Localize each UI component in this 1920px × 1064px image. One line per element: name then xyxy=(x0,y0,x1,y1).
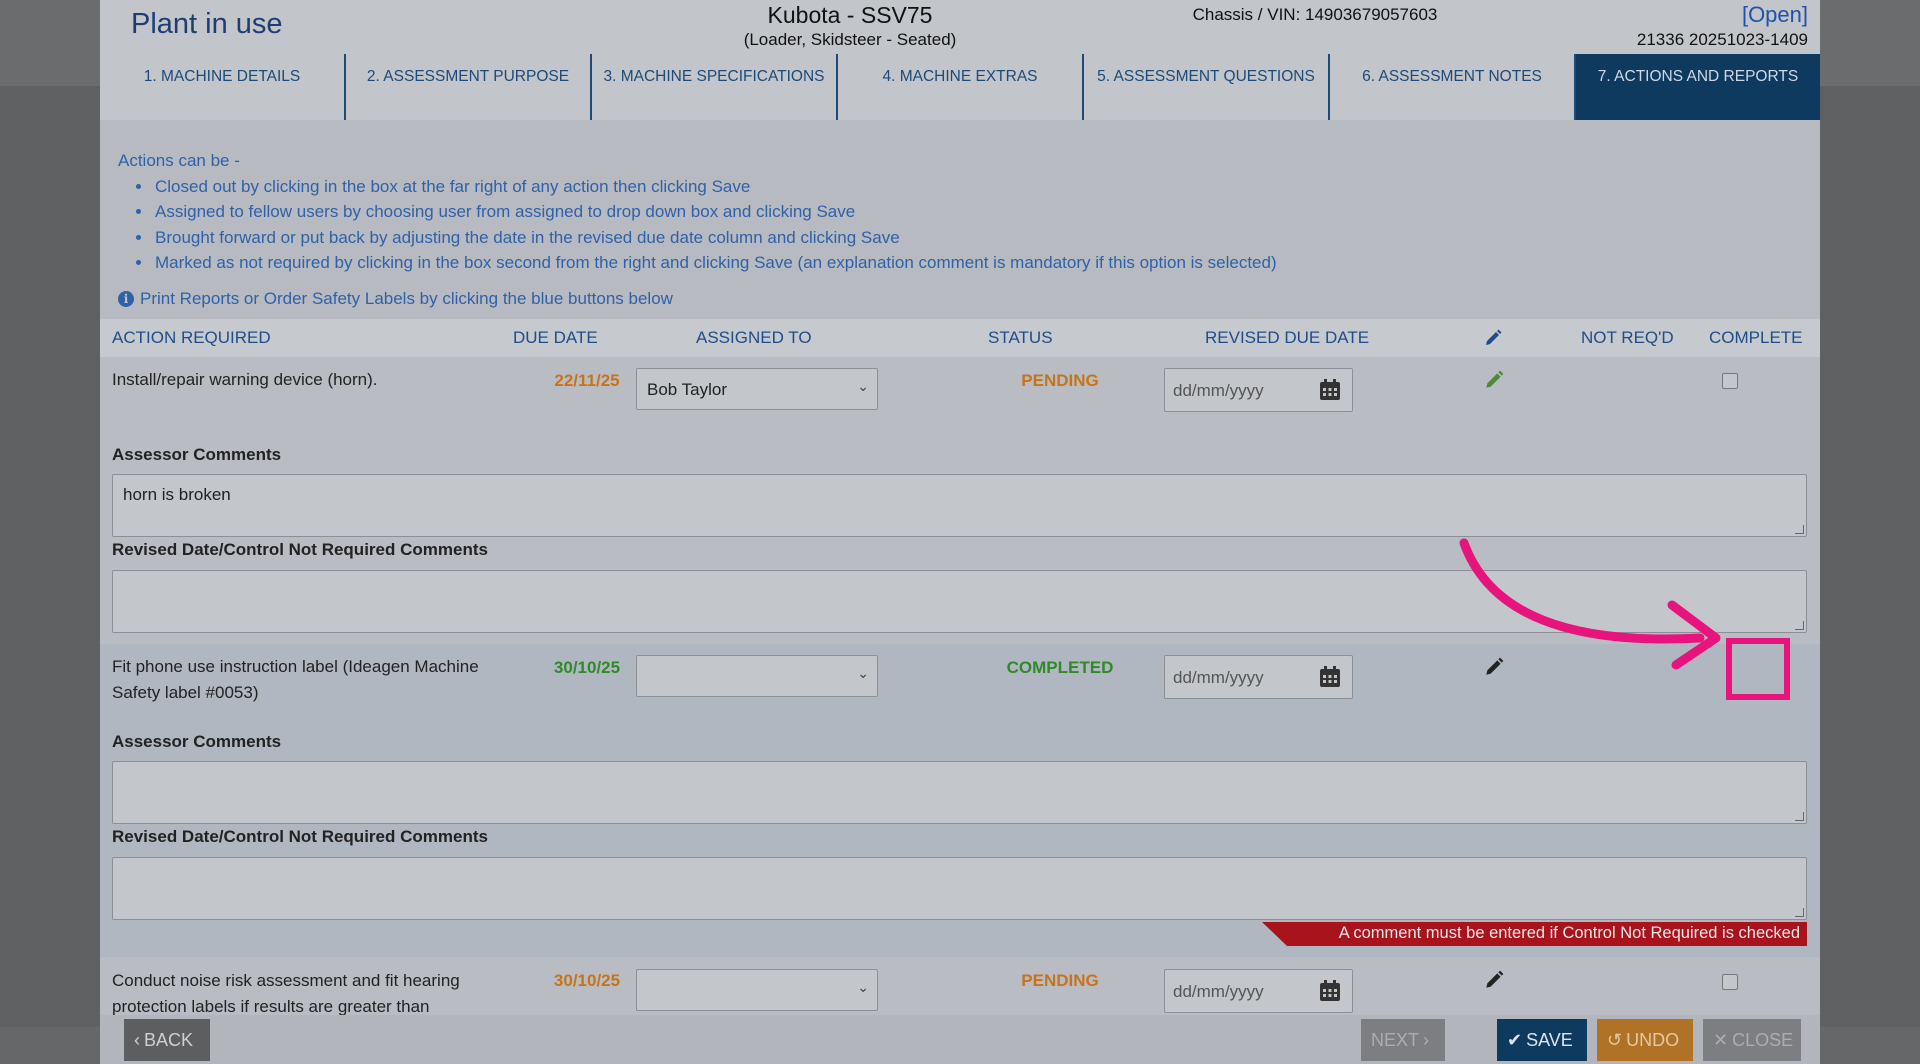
resize-grip-icon[interactable] xyxy=(1795,812,1804,821)
close-icon: ✕ xyxy=(1713,1029,1729,1050)
tab-machine-details[interactable]: 1. MACHINE DETAILS xyxy=(100,54,346,120)
revised-due-date-input[interactable]: dd/mm/yyyy xyxy=(1164,655,1353,699)
date-placeholder: dd/mm/yyyy xyxy=(1173,381,1264,400)
assessor-comments-textarea[interactable] xyxy=(112,761,1807,824)
edit-pencil-icon[interactable] xyxy=(1483,656,1505,678)
assessor-comments-textarea[interactable]: horn is broken xyxy=(112,474,1807,537)
due-date: 30/10/25 xyxy=(553,658,621,677)
not-required-checkbox[interactable] xyxy=(1722,974,1738,990)
pencil-icon xyxy=(1486,329,1502,345)
action-text: Fit phone use instruction label (Ideagen… xyxy=(112,657,479,702)
modal-footer: ‹ BACK NEXT › ✔ SAVE ↺ UNDO ✕ CLOSE xyxy=(100,1015,1820,1064)
revised-comments-label: Revised Date/Control Not Required Commen… xyxy=(112,827,488,846)
next-button[interactable]: NEXT › xyxy=(1361,1019,1445,1061)
tab-assessment-purpose[interactable]: 2. ASSESSMENT PURPOSE xyxy=(346,54,592,120)
chassis-vin: Chassis / VIN: 14903679057603 xyxy=(1192,5,1438,24)
instructions-block: Actions can be - Closed out by clicking … xyxy=(118,148,1277,276)
step-tabs: 1. MACHINE DETAILS 2. ASSESSMENT PURPOSE… xyxy=(100,54,1820,120)
actions-table-header: ACTION REQUIRED DUE DATE ASSIGNED TO STA… xyxy=(100,319,1820,357)
instruction-item: Marked as not required by clicking in th… xyxy=(153,250,1277,276)
revised-comments-textarea[interactable] xyxy=(112,570,1807,633)
assigned-to-value: Bob Taylor xyxy=(647,380,728,399)
tab-machine-specifications[interactable]: 3. MACHINE SPECIFICATIONS xyxy=(592,54,838,120)
revised-comments-textarea[interactable] xyxy=(112,857,1807,920)
edit-pencil-icon[interactable] xyxy=(1483,369,1505,391)
chevron-down-icon: ⌄ xyxy=(857,979,869,995)
undo-button[interactable]: ↺ UNDO xyxy=(1597,1019,1693,1061)
action-row: Conduct noise risk assessment and fit he… xyxy=(100,957,1820,1016)
machine-type: (Loader, Skidsteer - Seated) xyxy=(743,30,957,49)
tutorial-highlight-box xyxy=(1726,638,1790,700)
date-placeholder: dd/mm/yyyy xyxy=(1173,668,1264,687)
modal-header: Plant in use Kubota - SSV75 (Loader, Ski… xyxy=(100,0,1820,54)
assessment-reference: 21336 20251023-1409 xyxy=(1636,30,1808,49)
action-row: Fit phone use instruction label (Ideagen… xyxy=(100,644,1820,957)
due-date: 30/10/25 xyxy=(553,971,621,990)
checkmark-icon: ✔ xyxy=(1507,1029,1523,1050)
instructions-list: Closed out by clicking in the box at the… xyxy=(153,174,1277,276)
revised-comments-label: Revised Date/Control Not Required Commen… xyxy=(112,540,488,559)
page-title: Plant in use xyxy=(131,8,283,40)
save-label: SAVE xyxy=(1526,1029,1573,1050)
assigned-to-select[interactable]: ⌄ xyxy=(636,969,878,1011)
machine-name: Kubota - SSV75 xyxy=(767,2,933,28)
back-button[interactable]: ‹ BACK xyxy=(124,1019,210,1061)
column-due-date: DUE DATE xyxy=(513,328,598,347)
action-text: Install/repair warning device (horn). xyxy=(112,370,378,389)
assessor-comments-label: Assessor Comments xyxy=(112,445,282,464)
next-label: NEXT xyxy=(1371,1029,1420,1050)
column-not-reqd: NOT REQ'D xyxy=(1581,328,1674,347)
date-placeholder: dd/mm/yyyy xyxy=(1173,982,1264,1001)
revised-due-date-input[interactable]: dd/mm/yyyy xyxy=(1164,969,1353,1013)
chevron-left-icon: ‹ xyxy=(134,1029,140,1050)
undo-icon: ↺ xyxy=(1607,1029,1623,1050)
back-label: BACK xyxy=(144,1029,194,1050)
revised-due-date-input[interactable]: dd/mm/yyyy xyxy=(1164,368,1353,412)
action-row: Install/repair warning device (horn). 22… xyxy=(100,357,1820,644)
resize-grip-icon[interactable] xyxy=(1795,621,1804,630)
print-info-text: Print Reports or Order Safety Labels by … xyxy=(140,289,673,308)
tab-assessment-questions[interactable]: 5. ASSESSMENT QUESTIONS xyxy=(1084,54,1330,120)
calendar-icon[interactable] xyxy=(1318,665,1342,689)
resize-grip-icon[interactable] xyxy=(1795,908,1804,917)
info-icon: i xyxy=(118,291,134,307)
action-text: Conduct noise risk assessment and fit he… xyxy=(112,971,460,1016)
instruction-item: Closed out by clicking in the box at the… xyxy=(153,174,1277,200)
close-button[interactable]: ✕ CLOSE xyxy=(1703,1019,1801,1061)
resize-grip-icon[interactable] xyxy=(1795,525,1804,534)
column-revised-due-date: REVISED DUE DATE xyxy=(1205,328,1370,347)
status-badge: COMPLETED xyxy=(1006,658,1114,677)
assigned-to-select[interactable]: Bob Taylor ⌄ xyxy=(636,368,878,410)
chevron-down-icon: ⌄ xyxy=(857,665,869,681)
edit-pencil-icon[interactable] xyxy=(1483,969,1505,991)
due-date: 22/11/25 xyxy=(554,371,620,390)
column-complete: COMPLETE xyxy=(1709,328,1803,347)
chevron-down-icon: ⌄ xyxy=(857,378,869,394)
plant-in-use-modal: Plant in use Kubota - SSV75 (Loader, Ski… xyxy=(100,0,1820,1064)
instruction-item: Assigned to fellow users by choosing use… xyxy=(153,199,1277,225)
validation-error-banner: A comment must be entered if Control Not… xyxy=(1262,922,1807,946)
chevron-right-icon: › xyxy=(1423,1029,1430,1050)
open-status-link[interactable]: [Open] xyxy=(1742,2,1808,28)
save-button[interactable]: ✔ SAVE xyxy=(1497,1019,1587,1061)
assessor-comment-text: horn is broken xyxy=(123,485,231,504)
assigned-to-select[interactable]: ⌄ xyxy=(636,655,878,697)
tab-actions-and-reports[interactable]: 7. ACTIONS AND REPORTS xyxy=(1576,54,1820,120)
assessor-comments-label: Assessor Comments xyxy=(112,732,282,751)
column-assigned-to: ASSIGNED TO xyxy=(696,328,812,347)
instructions-intro: Actions can be - xyxy=(118,151,240,170)
calendar-icon[interactable] xyxy=(1318,979,1342,1003)
instruction-item: Brought forward or put back by adjusting… xyxy=(153,225,1277,251)
status-badge: PENDING xyxy=(1021,371,1099,390)
column-action-required: ACTION REQUIRED xyxy=(112,328,271,347)
tab-assessment-notes[interactable]: 6. ASSESSMENT NOTES xyxy=(1330,54,1576,120)
close-label: CLOSE xyxy=(1732,1029,1794,1050)
tab-machine-extras[interactable]: 4. MACHINE EXTRAS xyxy=(838,54,1084,120)
calendar-icon[interactable] xyxy=(1318,378,1342,402)
column-status: STATUS xyxy=(988,328,1053,347)
print-info-line: i Print Reports or Order Safety Labels b… xyxy=(118,289,673,309)
not-required-checkbox[interactable] xyxy=(1722,373,1738,389)
undo-label: UNDO xyxy=(1626,1029,1680,1050)
status-badge: PENDING xyxy=(1021,971,1099,990)
